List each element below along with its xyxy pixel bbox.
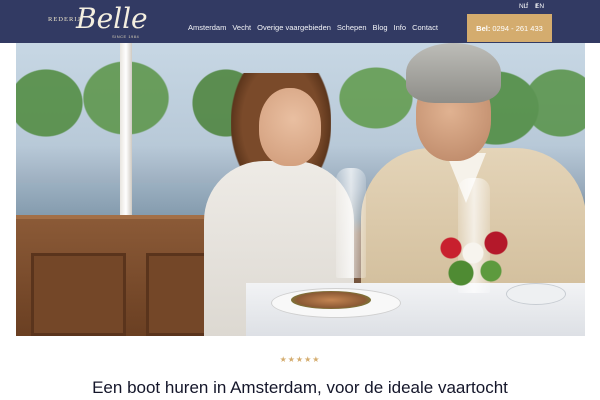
hero-man-hair [406,43,501,103]
phone-number: 0294 - 261 433 [492,23,543,33]
main-navigation: Amsterdam Vecht Overige vaargebieden Sch… [188,23,438,33]
nav-item-vecht[interactable]: Vecht [232,23,251,33]
phone-label: Bel: [476,23,491,33]
phone-button[interactable]: Bel: 0294 - 261 433 [467,14,552,42]
hero-wood-panel [31,253,126,336]
star-rating: ★★★★★ [279,355,321,364]
logo-belle-text: Belle [76,2,148,35]
hero-food [291,291,371,309]
brand-logo[interactable]: REDERIJ Belle SINCE 1984 [46,2,148,43]
language-nl-link[interactable]: NL [519,3,527,10]
logo-since-text: SINCE 1984 [112,34,140,39]
hero-image [16,43,585,336]
hero-flowers [431,223,516,293]
hero-woman-face [259,88,321,166]
language-en-link[interactable]: EN [535,3,544,10]
hero-wine-glass [336,168,366,278]
nav-item-contact[interactable]: Contact [412,23,438,33]
site-header: REDERIJ Belle SINCE 1984 f t NL EN Amste… [0,0,600,43]
hero-bowl [506,283,566,305]
nav-item-overige-vaargebieden[interactable]: Overige vaargebieden [257,23,331,33]
nav-item-blog[interactable]: Blog [373,23,388,33]
nav-item-info[interactable]: Info [394,23,407,33]
page-headline: Een boot huren in Amsterdam, voor de ide… [92,378,508,397]
nav-item-schepen[interactable]: Schepen [337,23,367,33]
nav-item-amsterdam[interactable]: Amsterdam [188,23,226,33]
hero-boat-pole [120,43,132,218]
